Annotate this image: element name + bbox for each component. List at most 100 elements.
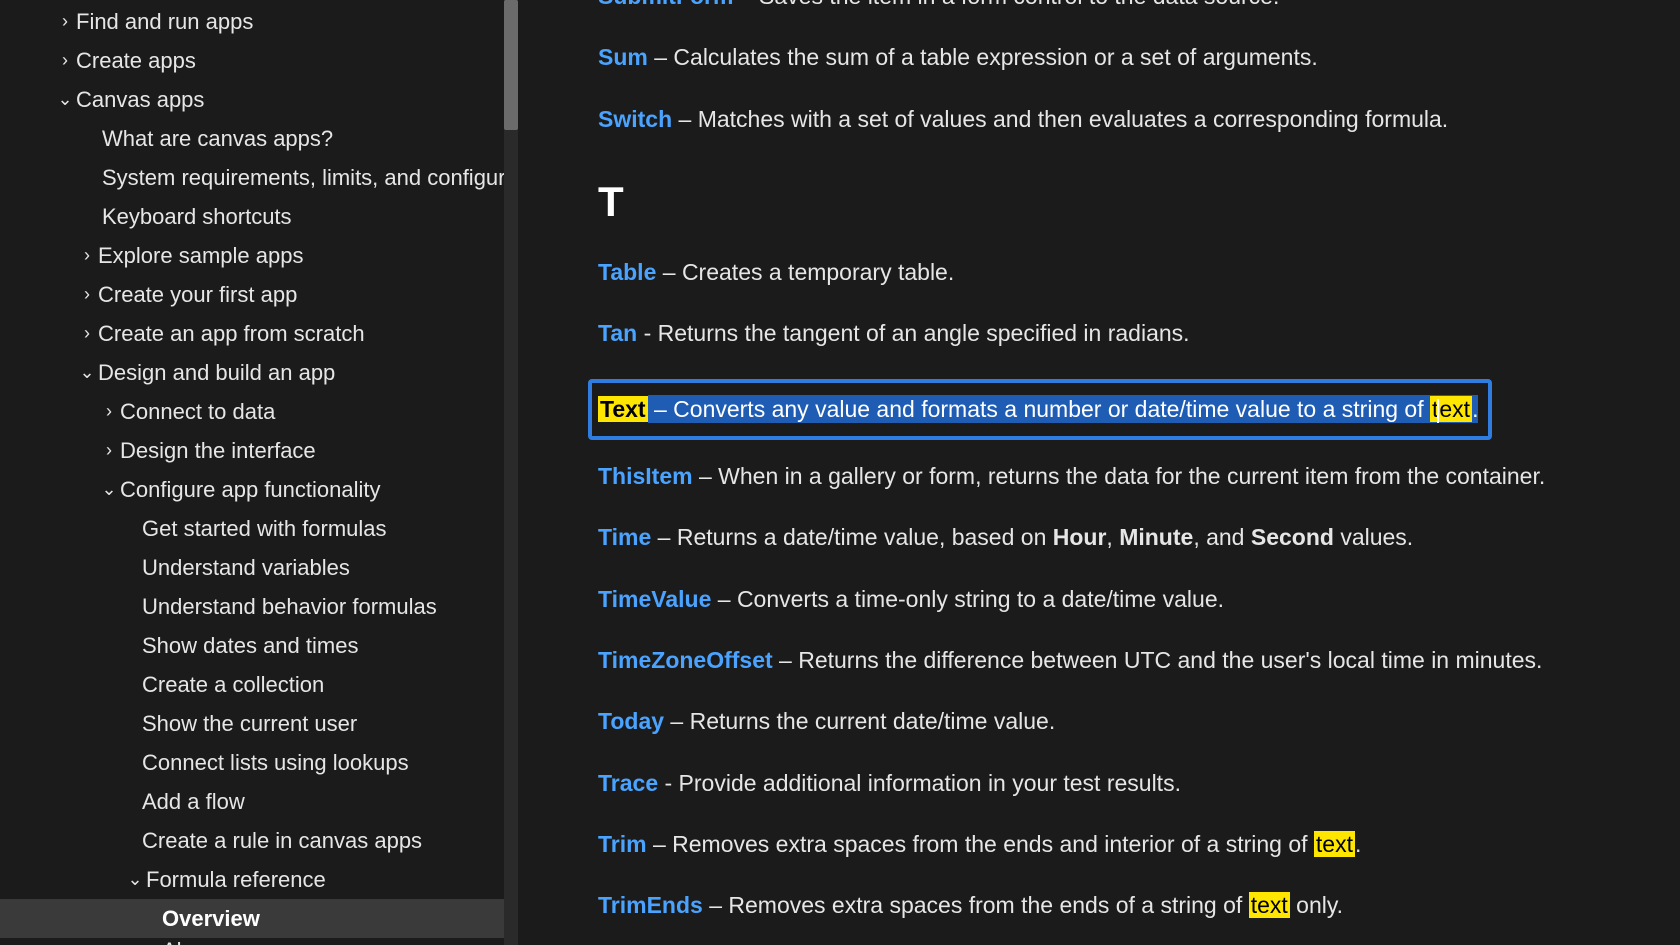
nav-item[interactable]: Understand behavior formulas: [0, 587, 518, 626]
chevron-right-icon[interactable]: ›: [56, 11, 74, 32]
chevron-down-icon[interactable]: ⌄: [56, 89, 74, 110]
sidebar-scrollbar-thumb[interactable]: [504, 0, 518, 130]
highlight-text-1: text: [1430, 396, 1472, 422]
fn-link-tan[interactable]: Tan: [598, 320, 637, 346]
nav-list: ›Find and run apps›Create apps⌄Canvas ap…: [0, 2, 518, 945]
nav-item[interactable]: ›Create apps: [0, 41, 518, 80]
entry-time: Time – Returns a date/time value, based …: [598, 521, 1650, 554]
nav-item-label: Keyboard shortcuts: [100, 204, 292, 230]
nav-item[interactable]: ›Design the interface: [0, 431, 518, 470]
entry-desc: - Returns the tangent of an angle specif…: [637, 320, 1189, 346]
chevron-right-icon[interactable]: ›: [78, 245, 96, 266]
nav-item[interactable]: Connect lists using lookups: [0, 743, 518, 782]
fn-link-table[interactable]: Table: [598, 259, 656, 285]
nav-item[interactable]: ›Find and run apps: [0, 2, 518, 41]
fn-link-time[interactable]: Time: [598, 524, 651, 550]
nav-item[interactable]: Get started with formulas: [0, 509, 518, 548]
nav-item-label: Abs: [160, 938, 200, 945]
nav-item[interactable]: ›Create an app from scratch: [0, 314, 518, 353]
entry-trace: Trace - Provide additional information i…: [598, 767, 1650, 800]
nav-item[interactable]: Create a rule in canvas apps: [0, 821, 518, 860]
nav-item[interactable]: ›Connect to data: [0, 392, 518, 431]
nav-item-label: Create a rule in canvas apps: [140, 828, 422, 854]
fn-link-trim[interactable]: Trim: [598, 831, 647, 857]
entry-desc: – Converts a time-only string to a date/…: [711, 586, 1224, 612]
chevron-right-icon[interactable]: ›: [100, 401, 118, 422]
nav-item-label: Configure app functionality: [118, 477, 381, 503]
entry-desc: – Returns the difference between UTC and…: [773, 647, 1543, 673]
nav-item-label: Overview: [160, 906, 260, 932]
chevron-right-icon[interactable]: ›: [56, 50, 74, 71]
nav-item-label: Create your first app: [96, 282, 297, 308]
nav-item[interactable]: ⌄Design and build an app: [0, 353, 518, 392]
nav-item[interactable]: System requirements, limits, and configu…: [0, 158, 518, 197]
nav-item-label: Understand variables: [140, 555, 350, 581]
entry-trim: Trim – Removes extra spaces from the end…: [598, 828, 1650, 861]
fn-link-sum[interactable]: Sum: [598, 44, 648, 70]
entry-desc: – Saves the item in a form control to th…: [733, 0, 1279, 9]
entry-timezoneoffset: TimeZoneOffset – Returns the difference …: [598, 644, 1650, 677]
highlight-text-trim: text: [1314, 831, 1355, 857]
entry-desc: – Calculates the sum of a table expressi…: [648, 44, 1318, 70]
nav-item-label: Create a collection: [140, 672, 324, 698]
nav-item-label: Explore sample apps: [96, 243, 303, 269]
nav-item-label: Design and build an app: [96, 360, 335, 386]
nav-item[interactable]: Keyboard shortcuts: [0, 197, 518, 236]
nav-item[interactable]: Overview: [0, 899, 518, 938]
nav-item[interactable]: Create a collection: [0, 665, 518, 704]
nav-item-label: Show dates and times: [140, 633, 358, 659]
entry-desc: – Removes extra spaces from the ends and…: [647, 831, 1362, 857]
chevron-right-icon[interactable]: ›: [78, 284, 96, 305]
sidebar-scrollbar-track[interactable]: [504, 0, 518, 945]
nav-item-label: System requirements, limits, and configu…: [100, 165, 518, 191]
nav-item[interactable]: Show the current user: [0, 704, 518, 743]
entry-desc: – Returns the current date/time value.: [664, 708, 1055, 734]
fn-link-switch[interactable]: Switch: [598, 106, 672, 132]
nav-item-label: Add a flow: [140, 789, 245, 815]
nav-item[interactable]: ⌄Configure app functionality: [0, 470, 518, 509]
fn-link-trace[interactable]: Trace: [598, 770, 658, 796]
entry-desc: – When in a gallery or form, returns the…: [693, 463, 1546, 489]
sidebar-nav: ›Find and run apps›Create apps⌄Canvas ap…: [0, 0, 518, 945]
entry-desc: – Matches with a set of values and then …: [672, 106, 1448, 132]
sidebar-scroll[interactable]: ›Find and run apps›Create apps⌄Canvas ap…: [0, 2, 518, 945]
fn-link-trimends[interactable]: TrimEnds: [598, 892, 703, 918]
entry-desc: - Provide additional information in your…: [658, 770, 1181, 796]
fn-link-submitform[interactable]: SubmitForm: [598, 0, 733, 9]
entry-desc: – Returns a date/time value, based on Ho…: [651, 524, 1413, 550]
nav-item[interactable]: Add a flow: [0, 782, 518, 821]
nav-item-label: Canvas apps: [74, 87, 204, 113]
nav-item[interactable]: ›Explore sample apps: [0, 236, 518, 275]
chevron-right-icon[interactable]: ›: [78, 323, 96, 344]
fn-link-text[interactable]: Text: [598, 396, 648, 422]
nav-item[interactable]: ⌄Canvas apps: [0, 80, 518, 119]
nav-item[interactable]: Show dates and times: [0, 626, 518, 665]
nav-item-label: Create apps: [74, 48, 196, 74]
nav-item-label: Create an app from scratch: [96, 321, 365, 347]
entry-timevalue: TimeValue – Converts a time-only string …: [598, 583, 1650, 616]
section-heading-t: T: [598, 178, 1650, 226]
nav-item-label: Connect to data: [118, 399, 275, 425]
nav-item-label: Get started with formulas: [140, 516, 387, 542]
nav-item[interactable]: ⌄Formula reference: [0, 860, 518, 899]
fn-link-timezoneoffset[interactable]: TimeZoneOffset: [598, 647, 773, 673]
fn-link-today[interactable]: Today: [598, 708, 664, 734]
nav-item-label: Understand behavior formulas: [140, 594, 437, 620]
highlight-text-trimends: text: [1249, 892, 1290, 918]
fn-link-timevalue[interactable]: TimeValue: [598, 586, 711, 612]
chevron-down-icon[interactable]: ⌄: [100, 479, 118, 500]
entry-text-selected: Text – Converts any value and formats a …: [588, 379, 1492, 440]
nav-item-label: What are canvas apps?: [100, 126, 333, 152]
chevron-down-icon[interactable]: ⌄: [126, 869, 144, 890]
entry-trimends: TrimEnds – Removes extra spaces from the…: [598, 889, 1650, 922]
nav-item-label: Design the interface: [118, 438, 316, 464]
entry-desc: – Removes extra spaces from the ends of …: [703, 892, 1343, 918]
chevron-right-icon[interactable]: ›: [100, 440, 118, 461]
chevron-down-icon[interactable]: ⌄: [78, 362, 96, 383]
nav-item[interactable]: Abs: [0, 938, 518, 945]
nav-item-label: Show the current user: [140, 711, 357, 737]
nav-item[interactable]: Understand variables: [0, 548, 518, 587]
nav-item[interactable]: What are canvas apps?: [0, 119, 518, 158]
fn-link-thisitem[interactable]: ThisItem: [598, 463, 693, 489]
nav-item[interactable]: ›Create your first app: [0, 275, 518, 314]
